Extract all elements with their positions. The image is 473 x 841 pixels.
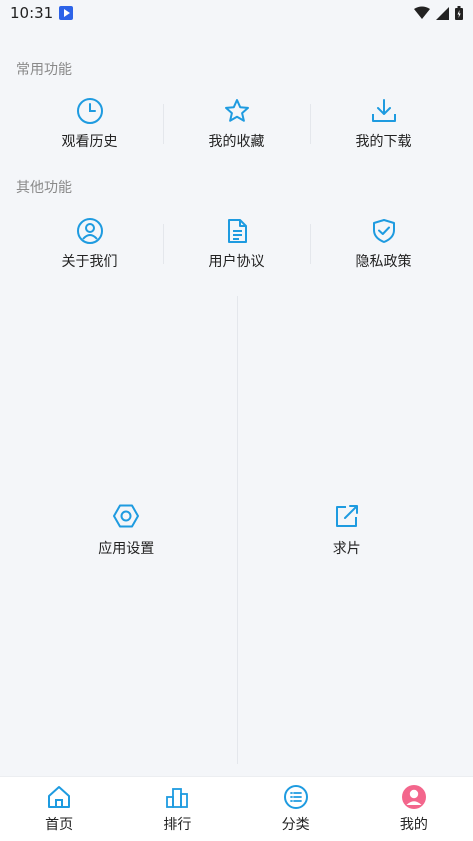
document-icon (227, 219, 247, 243)
user-circle-icon (76, 218, 103, 244)
my-downloads-button[interactable]: 我的下载 (310, 86, 457, 162)
ranking-icon (166, 788, 189, 808)
watch-history-label: 观看历史 (61, 134, 118, 150)
clock-icon (76, 98, 103, 124)
tab-ranking[interactable]: 排行 (118, 777, 236, 841)
hexagon-settings-icon (113, 504, 140, 528)
app-settings-button[interactable]: 应用设置 (16, 296, 237, 764)
download-icon (371, 99, 396, 122)
my-favorites-label: 我的收藏 (208, 134, 265, 150)
tab-mine-label: 我的 (399, 817, 428, 833)
tab-mine[interactable]: 我的 (355, 777, 473, 841)
common-functions-grid: 观看历史 我的收藏 我的下载 (16, 86, 457, 162)
battery-icon (455, 6, 463, 20)
tab-home[interactable]: 首页 (0, 777, 118, 841)
wifi-icon (414, 6, 430, 19)
status-bar: 10:31 (0, 0, 473, 26)
tools-area: 应用设置 求片 (16, 296, 457, 764)
my-favorites-button[interactable]: 我的收藏 (163, 86, 310, 162)
privacy-policy-button[interactable]: 隐私政策 (310, 206, 457, 282)
my-downloads-label: 我的下载 (355, 134, 412, 150)
other-section-title: 其他功能 (16, 180, 72, 196)
app-notification-icon (59, 6, 74, 20)
request-movie-button[interactable]: 求片 (236, 296, 458, 764)
about-us-button[interactable]: 关于我们 (16, 206, 163, 282)
tab-home-label: 首页 (45, 817, 74, 833)
tab-category[interactable]: 分类 (237, 777, 355, 841)
about-us-label: 关于我们 (61, 254, 118, 270)
user-agreement-button[interactable]: 用户协议 (163, 206, 310, 282)
status-right (414, 6, 463, 20)
status-time: 10:31 (10, 4, 54, 22)
common-section-title: 常用功能 (16, 62, 72, 78)
watch-history-button[interactable]: 观看历史 (16, 86, 163, 162)
tab-category-label: 分类 (281, 817, 310, 833)
category-list-icon (283, 785, 308, 809)
avatar-icon (401, 785, 426, 809)
request-movie-label: 求片 (332, 541, 361, 557)
bottom-tab-bar: 首页 排行 分类 我的 (0, 776, 473, 841)
status-left: 10:31 (10, 4, 74, 22)
privacy-policy-label: 隐私政策 (355, 254, 412, 270)
tab-ranking-label: 排行 (163, 817, 192, 833)
app-settings-label: 应用设置 (98, 541, 155, 557)
other-functions-grid: 关于我们 用户协议 隐私政策 (16, 206, 457, 282)
signal-icon (436, 6, 449, 20)
external-link-icon (335, 505, 358, 527)
shield-check-icon (372, 219, 395, 243)
user-agreement-label: 用户协议 (208, 254, 265, 270)
home-icon (48, 786, 71, 808)
star-icon (224, 99, 249, 122)
